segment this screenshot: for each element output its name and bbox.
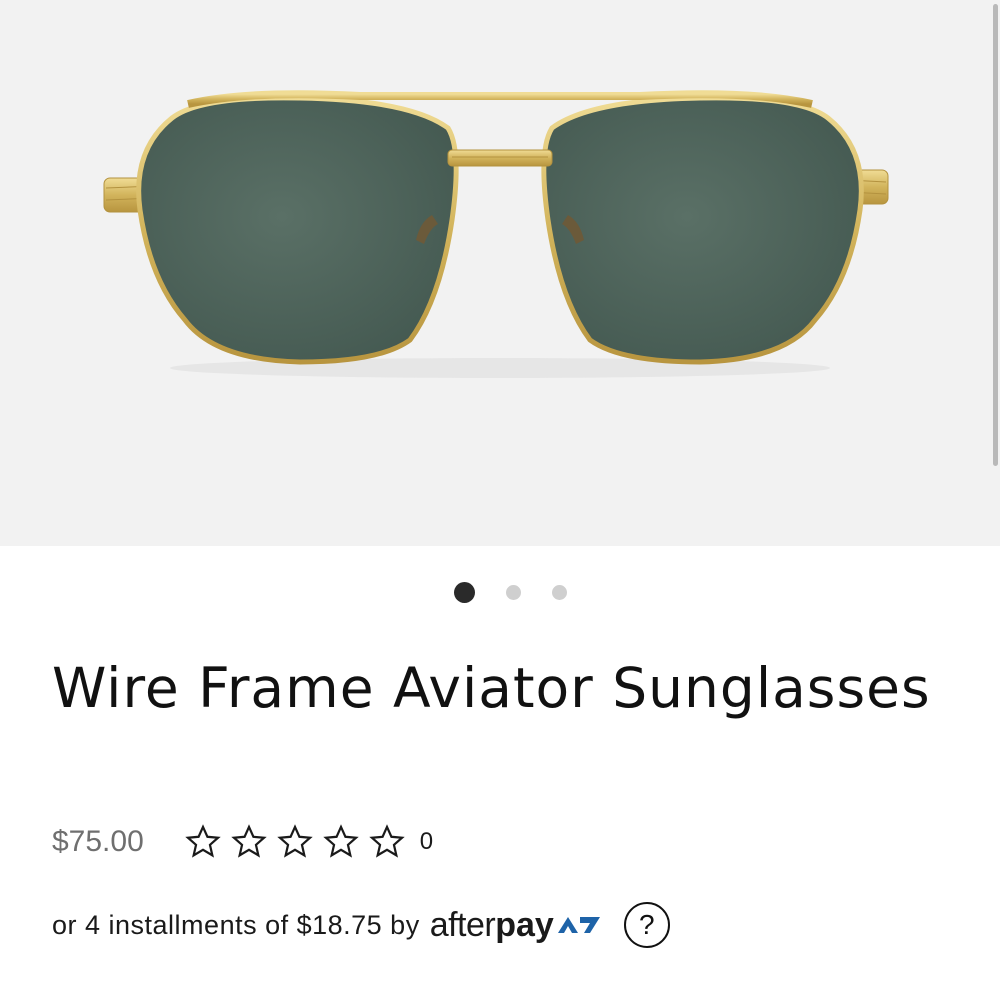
afterpay-logo: after pay [430,906,602,945]
star-outline-icon [185,824,221,858]
scrollbar[interactable] [993,4,998,466]
afterpay-logo-after: after [429,905,496,944]
price-rating-row: $75.00 0 [52,818,433,866]
star-outline-icon [231,824,267,858]
product-image[interactable] [0,0,1000,546]
carousel-dot-3[interactable] [552,585,567,600]
bridge [447,149,553,167]
carousel-dot-2[interactable] [506,585,521,600]
rating-stars[interactable]: 0 [184,823,433,861]
lens-left [136,95,459,365]
carousel-indicator [0,580,1000,604]
star-outline-icon [369,824,405,858]
product-price: $75.00 [52,825,144,858]
star-outline-icon [323,824,359,858]
afterpay-logo-pay: pay [495,905,554,944]
sunglasses-illustration [103,90,889,378]
lens-right [541,95,864,365]
afterpay-help-button[interactable]: ? [623,902,670,948]
installments-row: or 4 installments of $18.75 by after pay … [52,895,670,955]
question-circle-icon: ? [639,909,655,940]
afterpay-arrows-icon [557,917,600,933]
star-outline-icon [277,824,313,858]
product-title: Wire Frame Aviator Sunglasses [52,656,931,720]
carousel-dot-1[interactable] [454,582,475,603]
review-count[interactable]: 0 [420,828,433,856]
product-page: Wire Frame Aviator Sunglasses $75.00 0 o… [0,0,1000,1000]
installments-text: or 4 installments of $18.75 by [52,909,420,940]
